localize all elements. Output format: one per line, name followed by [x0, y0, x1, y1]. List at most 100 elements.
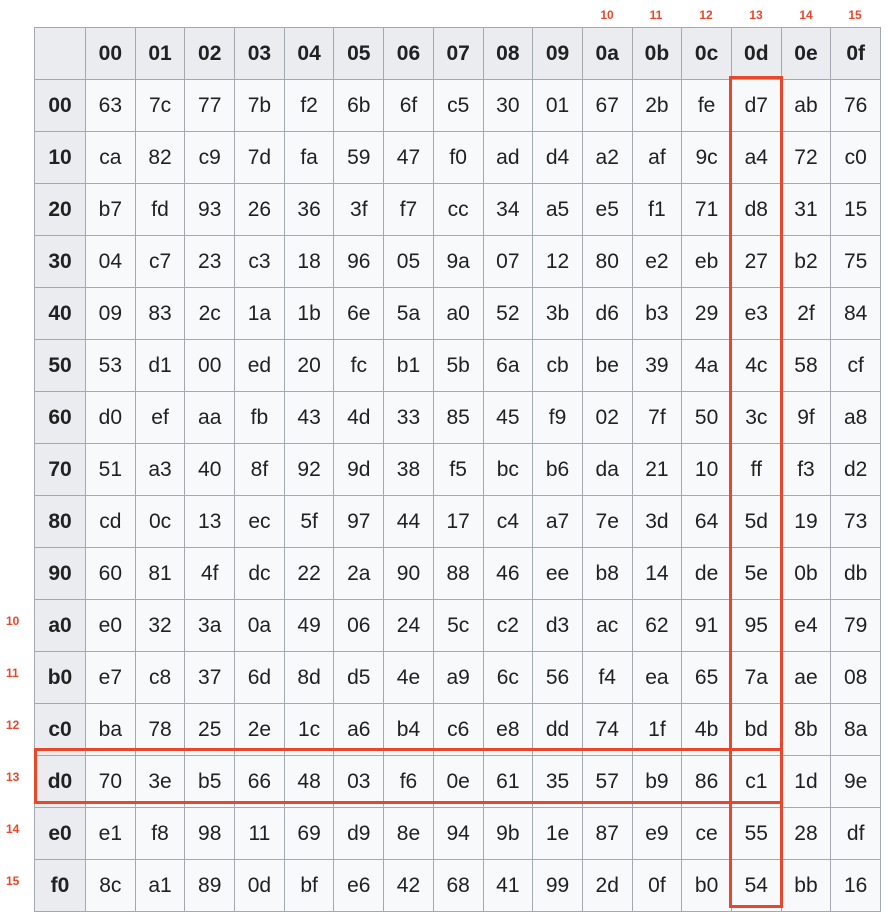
sbox-cell: 85	[432, 391, 484, 444]
sbox-cell: 8c	[85, 859, 136, 912]
sbox-cell: d5	[333, 651, 385, 704]
sbox-cell: e1	[85, 807, 136, 860]
sbox-cell: e9	[631, 807, 683, 860]
sbox-cell: 96	[333, 235, 385, 288]
table-row-70: 70 51 a3 40 8f 92 9d 38 f5 bc b6 da 21 10 ff f3 d2	[34, 443, 881, 496]
column-annotation-15: 15	[848, 8, 862, 22]
sbox-cell: ad	[482, 131, 534, 184]
sbox-cell: 0a	[234, 599, 285, 652]
sbox-cell: 3b	[532, 287, 583, 340]
sbox-cell: 82	[134, 131, 186, 184]
column-header-04: 04	[283, 27, 335, 80]
sbox-cell: 01	[532, 79, 583, 132]
sbox-cell: 93	[184, 183, 236, 236]
sbox-cell: 80	[581, 235, 633, 288]
sbox-cell: 49	[283, 599, 335, 652]
table-row-c0: c0 ba 78 25 2e 1c a6 b4 c6 e8 dd 74 1f 4b bd 8b 8a	[34, 703, 881, 756]
sbox-cell: e7	[85, 651, 136, 704]
column-annotation-12: 12	[699, 8, 713, 22]
sbox-cell: 62	[631, 599, 683, 652]
sbox-cell: eb	[681, 235, 732, 288]
sbox-cell: 5e	[730, 547, 782, 600]
sbox-cell: c6	[432, 703, 484, 756]
sbox-cell: 32	[134, 599, 186, 652]
sbox-cell: 48	[283, 755, 335, 808]
sbox-cell: aa	[184, 391, 236, 444]
sbox-cell: 14	[631, 547, 683, 600]
sbox-cell: b4	[383, 703, 434, 756]
row-header-20: 20	[34, 183, 86, 236]
row-annotation-14: 14	[6, 822, 20, 836]
sbox-cell: b7	[85, 183, 136, 236]
sbox-cell: c5	[432, 79, 484, 132]
sbox-cell: 9e	[830, 755, 881, 808]
row-header-c0: c0	[34, 703, 86, 756]
sbox-cell: 7d	[234, 131, 285, 184]
table-row-10: 10 ca 82 c9 7d fa 59 47 f0 ad d4 a2 af 9c a4 72 c0	[34, 131, 881, 184]
sbox-cell: a6	[333, 703, 385, 756]
sbox-cell: 84	[830, 287, 881, 340]
sbox-cell: 63	[85, 79, 136, 132]
sbox-cell: 94	[432, 807, 484, 860]
sbox-cell: 43	[283, 391, 335, 444]
sbox-cell: b3	[631, 287, 683, 340]
sbox-cell: a1	[134, 859, 186, 912]
sbox-cell: ec	[234, 495, 285, 548]
sbox-cell: e4	[780, 599, 832, 652]
sbox-cell: a0	[432, 287, 484, 340]
table-row-00: 00 63 7c 77 7b f2 6b 6f c5 30 01 67 2b fe d7 ab 76	[34, 79, 881, 132]
sbox-cell: a9	[432, 651, 484, 704]
table-row-40: 40 09 83 2c 1a 1b 6e 5a a0 52 3b d6 b3 29 e3 2f 84	[34, 287, 881, 340]
sbox-cell: 5a	[383, 287, 434, 340]
sbox-cell: 6a	[482, 339, 534, 392]
column-header-0d: 0d	[730, 27, 782, 80]
sbox-cell: 19	[780, 495, 832, 548]
sbox-cell: 1c	[283, 703, 335, 756]
sbox-cell: 03	[333, 755, 385, 808]
table-row-d0: d0 70 3e b5 66 48 03 f6 0e 61 35 57 b9 86 c1 1d 9e	[34, 755, 881, 808]
sbox-cell: 6e	[333, 287, 385, 340]
sbox-cell: 18	[283, 235, 335, 288]
sbox-cell: fd	[134, 183, 186, 236]
sbox-cell: 41	[482, 859, 534, 912]
sbox-cell: 78	[134, 703, 186, 756]
column-header-0f: 0f	[830, 27, 881, 80]
sbox-cell: 4c	[730, 339, 782, 392]
sbox-cell: 28	[780, 807, 832, 860]
sbox-cell: e3	[730, 287, 782, 340]
sbox-cell: 31	[780, 183, 832, 236]
sbox-cell: 4b	[681, 703, 732, 756]
sbox-cell: c4	[482, 495, 534, 548]
sbox-cell: 52	[482, 287, 534, 340]
row-header-40: 40	[34, 287, 86, 340]
sbox-cell: a8	[830, 391, 881, 444]
row-header-30: 30	[34, 235, 86, 288]
sbox-cell: 0b	[780, 547, 832, 600]
row-header-f0: f0	[34, 859, 86, 912]
table-row-f0: f0 8c a1 89 0d bf e6 42 68 41 99 2d 0f b0 54 bb 16	[34, 859, 881, 912]
sbox-cell: 15	[830, 183, 881, 236]
sbox-cell: 0c	[134, 495, 186, 548]
sbox-cell: 0f	[631, 859, 683, 912]
sbox-cell: 46	[482, 547, 534, 600]
sbox-cell: fe	[681, 79, 732, 132]
sbox-cell: 35	[532, 755, 583, 808]
sbox-cell: 69	[283, 807, 335, 860]
row-annotation-12: 12	[6, 718, 20, 732]
sbox-cell: f6	[383, 755, 434, 808]
table-row-b0: b0 e7 c8 37 6d 8d d5 4e a9 6c 56 f4 ea 65 7a ae 08	[34, 651, 881, 704]
sbox-cell: 47	[383, 131, 434, 184]
sbox-cell: c2	[482, 599, 534, 652]
sbox-cell: 4f	[184, 547, 236, 600]
sbox-cell: c3	[234, 235, 285, 288]
sbox-cell: 65	[681, 651, 732, 704]
sbox-cell: ce	[681, 807, 732, 860]
sbox-cell: b6	[532, 443, 583, 496]
sbox-cell: 2f	[780, 287, 832, 340]
sbox-cell: f1	[631, 183, 683, 236]
sbox-cell: 06	[333, 599, 385, 652]
sbox-cell: 1a	[234, 287, 285, 340]
sbox-cell: a2	[581, 131, 633, 184]
row-header-b0: b0	[34, 651, 86, 704]
table-row-30: 30 04 c7 23 c3 18 96 05 9a 07 12 80 e2 eb 27 b2 75	[34, 235, 881, 288]
